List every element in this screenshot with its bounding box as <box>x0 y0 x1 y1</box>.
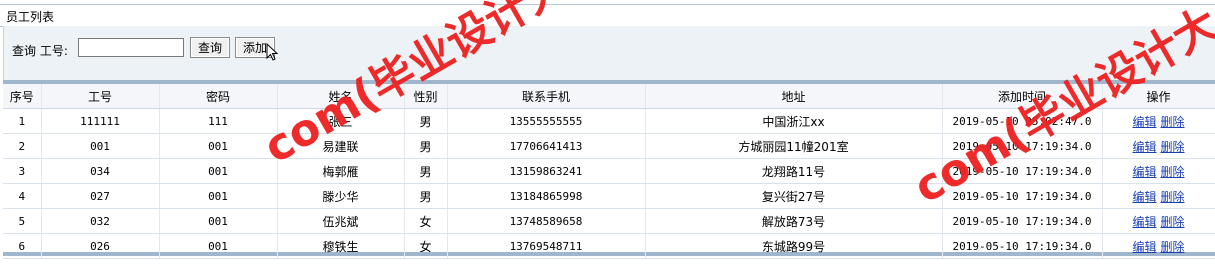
cell-actions: 编辑 删除 <box>1102 108 1215 134</box>
column-header: 密码 <box>159 84 278 109</box>
cell-name: 滕少华 <box>277 183 405 209</box>
cell-no: 5 <box>3 208 42 234</box>
column-header: 操作 <box>1102 84 1215 109</box>
cell-phone: 13555555555 <box>447 108 646 134</box>
cell-addr: 东城路99号 <box>645 233 943 259</box>
column-header: 地址 <box>645 84 943 109</box>
edit-link[interactable]: 编辑 <box>1132 215 1156 229</box>
cell-id: 026 <box>41 233 160 259</box>
mouse-cursor-icon <box>266 43 279 61</box>
column-header: 工号 <box>41 84 160 109</box>
cell-id: 001 <box>41 133 160 159</box>
cell-phone: 17706641413 <box>447 133 646 159</box>
delete-link[interactable]: 删除 <box>1161 215 1185 229</box>
cell-time: 2019-05-10 17:19:34.0 <box>942 233 1103 259</box>
delete-link[interactable]: 删除 <box>1161 190 1185 204</box>
table-row: 3 034 001 梅郭雁男 13159863241 龙翔路11号 2019-05-10 1… <box>3 158 1215 184</box>
cell-time: 2019-05-10 17:19:34.0 <box>942 208 1103 234</box>
cell-addr: 解放路73号 <box>645 208 943 234</box>
cell-addr: 方城丽园11幢201室 <box>645 133 943 159</box>
cell-no: 1 <box>3 108 42 134</box>
page-header: 员工列表 <box>0 4 1215 27</box>
cell-sex: 男 <box>404 183 448 209</box>
edit-link[interactable]: 编辑 <box>1132 190 1156 204</box>
cell-sex: 女 <box>404 233 448 259</box>
edit-link[interactable]: 编辑 <box>1132 140 1156 154</box>
cell-pwd: 001 <box>159 183 278 209</box>
cell-pwd: 001 <box>159 233 278 259</box>
delete-link[interactable]: 删除 <box>1161 140 1185 154</box>
delete-link[interactable]: 删除 <box>1161 165 1185 179</box>
cell-sex: 男 <box>404 158 448 184</box>
table-row: 5 032 001 伍兆斌女 13748589658 解放路73号 2019-05-10 1… <box>3 208 1215 234</box>
query-button[interactable]: 查询 <box>190 37 230 58</box>
table-row: 1 111111 111 张三男 13555555555 中国浙江xx 2019-05-10… <box>3 108 1215 134</box>
cell-sex: 男 <box>404 133 448 159</box>
cell-no: 4 <box>3 183 42 209</box>
cell-no: 2 <box>3 133 42 159</box>
cell-pwd: 001 <box>159 133 278 159</box>
cell-addr: 复兴街27号 <box>645 183 943 209</box>
cell-time: 2019-05-10 17:19:34.0 <box>942 183 1103 209</box>
cell-actions: 编辑 删除 <box>1102 208 1215 234</box>
cell-name: 穆铁生 <box>277 233 405 259</box>
edit-link[interactable]: 编辑 <box>1132 240 1156 254</box>
employee-table: 序号 工号 密码 姓名 性别 联系手机 地址 添加时间 操作 1 111111 111 张三男 1355… <box>3 84 1215 259</box>
cell-phone: 13184865998 <box>447 183 646 209</box>
cell-addr: 龙翔路11号 <box>645 158 943 184</box>
column-header: 序号 <box>3 84 42 109</box>
delete-link[interactable]: 删除 <box>1161 115 1185 129</box>
search-label: 查询 工号: <box>12 44 68 58</box>
column-header: 性别 <box>404 84 448 109</box>
cell-phone: 13748589658 <box>447 208 646 234</box>
cell-id: 027 <box>41 183 160 209</box>
table-row: 2 001 001 易建联男 17706641413 方城丽园11幢201室 2019-05… <box>3 133 1215 159</box>
table-row: 4 027 001 滕少华男 13184865998 复兴街27号 2019-05-10 1… <box>3 183 1215 209</box>
cell-phone: 13159863241 <box>447 158 646 184</box>
employee-table-container: 序号 工号 密码 姓名 性别 联系手机 地址 添加时间 操作 1 111111 111 张三男 1355… <box>3 80 1215 259</box>
cell-id: 034 <box>41 158 160 184</box>
cell-id: 111111 <box>41 108 160 134</box>
cell-time: 2019-05-10 17:19:34.0 <box>942 133 1103 159</box>
cell-time: 2019-05-10 05:02:47.0 <box>942 108 1103 134</box>
cell-name: 伍兆斌 <box>277 208 405 234</box>
cell-actions: 编辑 删除 <box>1102 158 1215 184</box>
cell-time: 2019-05-10 17:19:34.0 <box>942 158 1103 184</box>
column-header: 联系手机 <box>447 84 646 109</box>
cell-actions: 编辑 删除 <box>1102 133 1215 159</box>
cell-sex: 女 <box>404 208 448 234</box>
employee-id-input[interactable] <box>78 38 184 57</box>
page-title: 员工列表 <box>6 10 55 24</box>
cell-name: 梅郭雁 <box>277 158 405 184</box>
table-header-row: 序号 工号 密码 姓名 性别 联系手机 地址 添加时间 操作 <box>3 84 1215 109</box>
cell-no: 3 <box>3 158 42 184</box>
column-header: 姓名 <box>277 84 405 109</box>
column-header: 添加时间 <box>942 84 1103 109</box>
cell-pwd: 001 <box>159 158 278 184</box>
edit-link[interactable]: 编辑 <box>1132 115 1156 129</box>
cell-actions: 编辑 删除 <box>1102 233 1215 259</box>
edit-link[interactable]: 编辑 <box>1132 165 1156 179</box>
cell-sex: 男 <box>404 108 448 134</box>
cell-id: 032 <box>41 208 160 234</box>
cell-addr: 中国浙江xx <box>645 108 943 134</box>
delete-link[interactable]: 删除 <box>1161 240 1185 254</box>
table-row: 6 026 001 穆铁生女 13769548711 东城路99号 2019-05-10 1… <box>3 233 1215 259</box>
cell-phone: 13769548711 <box>447 233 646 259</box>
cell-actions: 编辑 删除 <box>1102 183 1215 209</box>
search-panel: 查询 工号: 查询 添加 <box>3 26 1215 80</box>
cell-name: 张三 <box>277 108 405 134</box>
cell-pwd: 111 <box>159 108 278 134</box>
cell-pwd: 001 <box>159 208 278 234</box>
cell-no: 6 <box>3 233 42 259</box>
cell-name: 易建联 <box>277 133 405 159</box>
